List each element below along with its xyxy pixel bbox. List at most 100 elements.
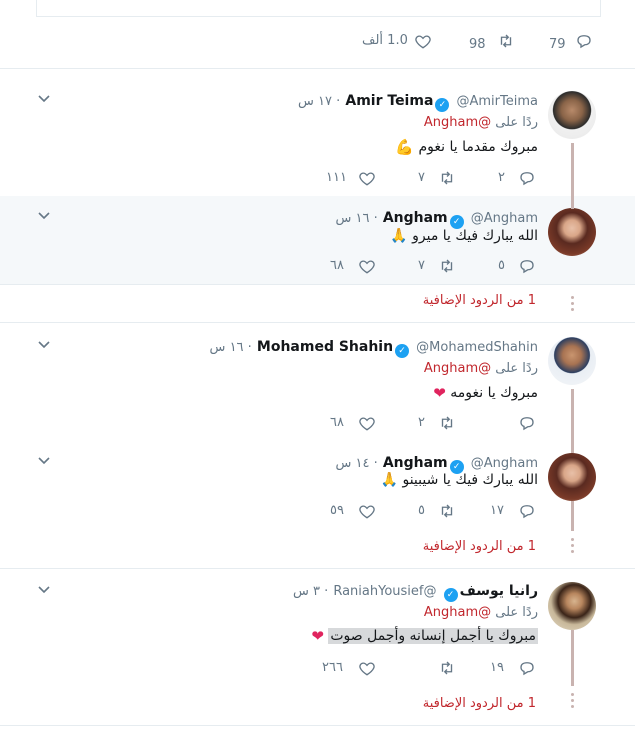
reply-context: ردًا على @Angham [423, 115, 538, 130]
reply-to-link[interactable]: @Angham [424, 361, 491, 376]
verified-icon: ✓ [443, 588, 458, 602]
tweet-time[interactable]: ٣ س [293, 584, 320, 599]
reply-icon[interactable] [518, 169, 536, 187]
divider [0, 284, 635, 285]
author-handle[interactable]: @Angham [471, 211, 538, 226]
verified-icon: ✓ [449, 215, 464, 229]
reply-count: ١٩ [490, 660, 504, 675]
like-icon[interactable] [358, 502, 376, 520]
folded-hands-icon: 🙏 [380, 472, 399, 488]
like-count: ٢٦٦ [322, 660, 343, 675]
avatar[interactable] [548, 208, 596, 256]
avatar[interactable] [548, 337, 596, 385]
top-reply-group[interactable]: 79 [549, 33, 591, 52]
reply-to-link[interactable]: @Angham [424, 605, 491, 620]
tweet-text: مبروك مقدما يا نغوم 💪 [395, 138, 538, 156]
divider [0, 725, 635, 726]
chevron-down-icon[interactable] [38, 341, 50, 349]
author-handle[interactable]: @MohamedShahin [416, 340, 538, 355]
avatar[interactable] [548, 453, 596, 501]
reply-icon[interactable] [518, 659, 536, 677]
reply-icon[interactable] [518, 257, 536, 275]
like-icon[interactable] [358, 257, 376, 275]
chevron-down-icon[interactable] [38, 457, 50, 465]
red-heart-icon: ❤ [433, 384, 446, 402]
reply-context: ردًا على @Angham [423, 361, 538, 376]
reply-to-link[interactable]: @Angham [424, 115, 491, 130]
author-handle[interactable]: @Angham [471, 456, 538, 471]
tweet-header: Mohamed Shahin ✓ @MohamedShahin · ١٦ س [209, 339, 538, 358]
reply-icon[interactable] [518, 502, 536, 520]
top-reply-count: 79 [549, 37, 566, 52]
like-icon[interactable] [414, 32, 432, 50]
retweet-icon[interactable] [438, 257, 456, 275]
reply-icon[interactable] [575, 32, 593, 50]
divider [0, 322, 635, 323]
retweet-icon[interactable] [497, 32, 515, 50]
tweet-header: رانيا يوسف✓ @RaniahYousief · ٣ س [292, 583, 538, 602]
top-like-count: 1.0 ألف [362, 33, 408, 48]
author-handle[interactable]: @AmirTeima [457, 94, 539, 109]
retweet-icon[interactable] [438, 502, 456, 520]
author-name[interactable]: Amir Teima [345, 93, 433, 109]
retweet-count: ٧ [418, 170, 425, 185]
like-icon[interactable] [358, 414, 376, 432]
thread-line [571, 196, 574, 209]
thread-line [571, 143, 574, 196]
tweet-time[interactable]: ١٦ س [335, 211, 369, 226]
more-replies-link[interactable]: 1 من الردود الإضافية [421, 293, 536, 308]
avatar[interactable] [548, 582, 596, 630]
reply-count: ١٧ [490, 503, 504, 518]
avatar[interactable] [548, 91, 596, 139]
tweet-time[interactable]: ١٦ س [210, 340, 244, 355]
author-name[interactable]: رانيا يوسف [460, 583, 538, 599]
tweet-time[interactable]: ١٤ س [335, 456, 369, 471]
like-icon[interactable] [358, 169, 376, 187]
top-retweet-group[interactable]: 98 [469, 33, 512, 52]
author-handle[interactable]: @RaniahYousief [333, 584, 436, 599]
tweet-header: Amir Teima ✓ @AmirTeima · ١٧ س [298, 93, 539, 112]
divider [0, 68, 635, 69]
author-name[interactable]: Angham [383, 210, 448, 226]
more-replies-link[interactable]: 1 من الردود الإضافية [421, 539, 536, 554]
chevron-down-icon[interactable] [38, 212, 50, 220]
thread-line [571, 389, 574, 453]
tweet-time[interactable]: ١٧ س [298, 94, 332, 109]
tweet-text: الله يبارك فيك يا ميرو 🙏 [390, 228, 538, 244]
previous-tweet-media [36, 0, 601, 17]
tweet-text: الله يبارك فيك يا شيبينو 🙏 [380, 472, 538, 488]
like-count: ٦٨ [330, 258, 344, 273]
reply-icon[interactable] [518, 414, 536, 432]
chevron-down-icon[interactable] [38, 95, 50, 103]
tweet-header: Angham ✓ @Angham · ١٤ س [335, 455, 538, 474]
flexed-biceps-icon: 💪 [395, 138, 415, 156]
reply-count: ٢ [498, 170, 505, 185]
retweet-count: ٢ [418, 415, 425, 430]
retweet-icon[interactable] [438, 414, 456, 432]
thread-line [571, 630, 574, 686]
like-count: ٦٨ [330, 415, 344, 430]
reply-context: ردًا على @Angham [423, 605, 538, 620]
more-replies-dots [571, 296, 574, 314]
author-name[interactable]: Mohamed Shahin [257, 339, 393, 355]
red-heart-icon: ❤ [311, 627, 324, 645]
retweet-icon[interactable] [438, 659, 456, 677]
author-name[interactable]: Angham [383, 455, 448, 471]
reply-count: ٥ [498, 258, 505, 273]
tweet-text: مبروك يا نغومه ❤ [433, 384, 538, 402]
folded-hands-icon: 🙏 [390, 228, 408, 244]
like-count: ١١١ [326, 170, 347, 185]
retweet-count: ٧ [418, 258, 425, 273]
verified-icon: ✓ [435, 98, 450, 112]
retweet-icon[interactable] [438, 169, 456, 187]
chevron-down-icon[interactable] [38, 586, 50, 594]
top-retweet-count: 98 [469, 37, 486, 52]
thread-line [571, 501, 574, 531]
more-replies-dots [571, 693, 574, 711]
verified-icon: ✓ [395, 344, 410, 358]
divider [0, 568, 635, 569]
retweet-count: ٥ [418, 503, 425, 518]
like-count: ٥٩ [330, 503, 344, 518]
like-icon[interactable] [358, 659, 376, 677]
more-replies-link[interactable]: 1 من الردود الإضافية [421, 696, 536, 711]
